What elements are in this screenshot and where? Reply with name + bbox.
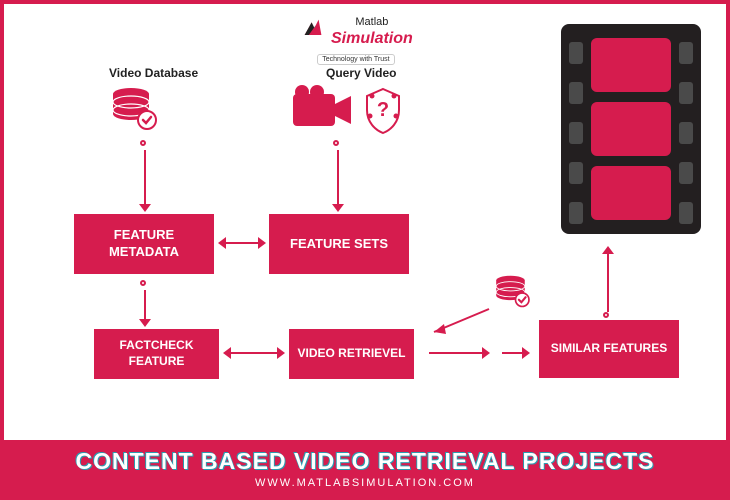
arrow-similar-to-film <box>607 254 609 312</box>
svg-text:?: ? <box>377 99 389 121</box>
video-camera-icon <box>289 84 357 139</box>
title-main: CONTENT BASED VIDEO RETRIEVAL PROJECTS <box>76 448 655 475</box>
database-check-icon <box>492 272 534 319</box>
database-icon <box>109 84 159 139</box>
title-bar: CONTENT BASED VIDEO RETRIEVAL PROJECTS W… <box>4 440 726 496</box>
arrow-query-to-sets <box>337 150 339 205</box>
arrow-metadata-to-factcheck <box>144 290 146 320</box>
box-factcheck-feature: FACTCHECK FEATURE <box>94 329 219 379</box>
arrow-head-right-icon <box>277 347 285 359</box>
arrow-dot <box>140 280 146 286</box>
arrow-dot <box>140 140 146 146</box>
label-video-database: Video Database <box>109 66 198 80</box>
arrow-head-down-icon <box>139 319 151 327</box>
box-video-retrieval: VIDEO RETRIEVEL <box>289 329 414 379</box>
logo-tagline: Technology with Trust <box>317 54 394 65</box>
diagram-canvas: Matlab Simulation Technology with Trust … <box>4 4 726 444</box>
title-url: WWW.MATLABSIMULATION.COM <box>255 477 475 489</box>
arrow-factcheck-to-retrieval <box>231 352 277 354</box>
arrow-head-right-icon <box>522 347 530 359</box>
logo-text: Matlab Simulation <box>331 12 413 48</box>
arrow-head-right-icon <box>258 237 266 249</box>
arrow-dot <box>333 140 339 146</box>
box-feature-metadata: FEATURE METADATA <box>74 214 214 274</box>
arrow-head-right-icon <box>482 347 490 359</box>
box-similar-features: SIMILAR FEATURES <box>539 320 679 378</box>
arrow-retrieval-to-similar <box>429 352 484 354</box>
arrow-sets-to-metadata <box>226 242 258 244</box>
matlab-simulation-logo: Matlab Simulation Technology with Trust <box>299 12 413 66</box>
arrow-head-left-icon <box>218 237 226 249</box>
arrow-db2-to-retrieval <box>424 304 494 339</box>
arrow-dot <box>603 312 609 318</box>
label-query-video: Query Video <box>326 66 396 80</box>
arrow-db-to-metadata <box>144 150 146 205</box>
arrow-head-left-icon <box>223 347 231 359</box>
arrow-segment <box>502 352 524 354</box>
arrow-head-down-icon <box>139 204 151 212</box>
logo-mark-icon <box>299 14 327 47</box>
film-strip-icon <box>561 24 701 234</box>
shield-question-icon: ? <box>362 86 404 141</box>
arrow-head-up-icon <box>602 246 614 254</box>
box-feature-sets: FEATURE SETS <box>269 214 409 274</box>
arrow-head-down-icon <box>332 204 344 212</box>
